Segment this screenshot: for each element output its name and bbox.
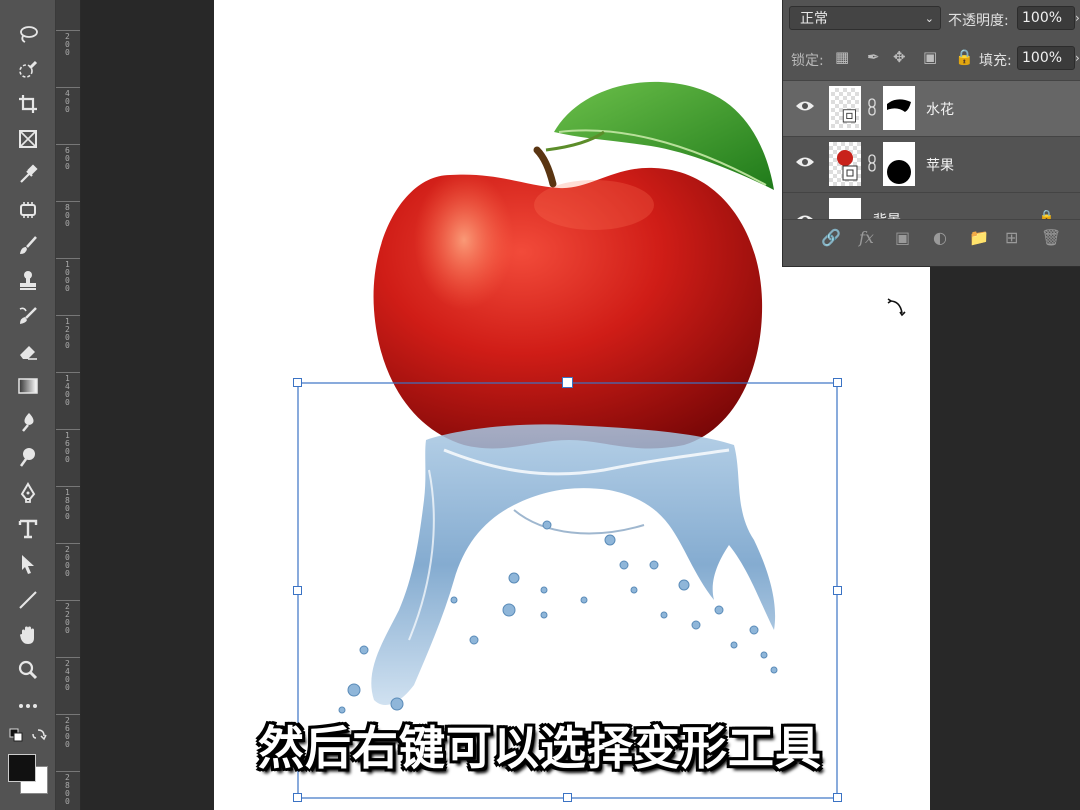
lock-transparent-icon[interactable]: ▦ xyxy=(835,48,849,66)
transform-handle-bottom-left[interactable] xyxy=(293,793,302,802)
chevron-down-icon: ⌄ xyxy=(924,11,934,25)
ruler-tick xyxy=(56,144,80,145)
hand-icon[interactable] xyxy=(10,621,46,649)
vertical-ruler: 200 400 600 800 1000 1200 1400 1600 1800 2000 2200… xyxy=(56,0,81,810)
video-subtitle: 然后右键可以选择变形工具 xyxy=(258,721,822,775)
zoom-icon[interactable] xyxy=(10,656,46,684)
ruler-tick xyxy=(56,429,80,430)
transform-handle-left[interactable] xyxy=(293,586,302,595)
ruler-tick xyxy=(56,600,80,601)
transform-handle-top[interactable] xyxy=(562,377,573,388)
ruler-label: 2000 xyxy=(65,545,70,578)
ruler-label: 2200 xyxy=(65,602,70,635)
transform-handle-top-left[interactable] xyxy=(293,378,302,387)
link-chain-icon[interactable] xyxy=(867,154,877,172)
blend-mode-value: 正常 xyxy=(800,11,828,27)
blur-icon[interactable] xyxy=(10,408,46,436)
layer-name: 水花 xyxy=(926,102,954,118)
opacity-label: 不透明度: xyxy=(948,13,1009,29)
brush-icon[interactable] xyxy=(10,231,46,259)
visibility-eye-icon[interactable] xyxy=(795,155,815,169)
ruler-label: 1200 xyxy=(65,317,70,350)
transform-handle-bottom[interactable] xyxy=(563,793,572,802)
link-layers-icon[interactable]: 🔗 xyxy=(821,228,841,247)
ruler-label: 600 xyxy=(65,146,70,171)
layer-name: 苹果 xyxy=(926,158,954,174)
ruler-label: 1000 xyxy=(65,260,70,293)
layer-thumbnail[interactable] xyxy=(829,198,861,220)
ruler-label: 2800 xyxy=(65,773,70,806)
eraser-icon[interactable] xyxy=(10,337,46,365)
fill-input[interactable]: 100% xyxy=(1017,46,1075,70)
transform-handle-bottom-right[interactable] xyxy=(833,793,842,802)
pen-icon[interactable] xyxy=(10,479,46,507)
lock-label: 锁定: xyxy=(791,53,824,69)
blend-mode-select[interactable]: 正常 ⌄ xyxy=(789,6,941,30)
ruler-tick xyxy=(56,87,80,88)
transform-handle-top-right[interactable] xyxy=(833,378,842,387)
layer-row-background[interactable]: 背景 🔒 xyxy=(783,192,1080,220)
layer-mask-thumbnail[interactable] xyxy=(883,142,915,186)
chevron-right-icon[interactable]: › xyxy=(1075,11,1080,25)
eyedropper-icon[interactable] xyxy=(10,160,46,188)
lock-image-icon[interactable]: ✒ xyxy=(867,48,880,66)
fill-label: 填充: xyxy=(979,53,1012,69)
layer-mask-thumbnail[interactable] xyxy=(883,86,915,130)
ruler-tick xyxy=(56,201,80,202)
new-layer-icon[interactable]: ⊞ xyxy=(1005,228,1018,247)
apple-stem xyxy=(533,146,557,188)
ruler-tick xyxy=(56,372,80,373)
ruler-tick xyxy=(56,30,80,31)
opacity-input[interactable]: 100% xyxy=(1017,6,1075,30)
ruler-label: 1600 xyxy=(65,431,70,464)
ruler-tick xyxy=(56,258,80,259)
lock-all-icon[interactable]: 🔒 xyxy=(955,48,974,66)
foreground-color-swatch[interactable] xyxy=(8,754,36,782)
layers-panel-footer: 🔗 fx ▣ ◐ 📁 ⊞ 🗑 xyxy=(783,219,1080,256)
ruler-label: 2400 xyxy=(65,659,70,692)
type-icon[interactable] xyxy=(10,515,46,543)
crop-icon[interactable] xyxy=(10,90,46,118)
ruler-label: 1800 xyxy=(65,488,70,521)
water-splash xyxy=(371,424,776,705)
quick-select-icon[interactable] xyxy=(10,56,46,84)
gradient-icon[interactable] xyxy=(10,372,46,400)
new-group-icon[interactable]: 📁 xyxy=(969,228,989,247)
add-mask-icon[interactable]: ▣ xyxy=(895,228,910,247)
tools-panel xyxy=(0,0,56,810)
ruler-tick xyxy=(56,315,80,316)
ruler-tick xyxy=(56,543,80,544)
fx-icon[interactable]: fx xyxy=(859,228,874,247)
layer-row-splash[interactable]: 水花 xyxy=(783,80,1080,136)
adjustment-layer-icon[interactable]: ◐ xyxy=(933,228,947,247)
history-brush-icon[interactable] xyxy=(10,302,46,330)
ruler-label: 200 xyxy=(65,32,70,57)
layer-thumbnail[interactable] xyxy=(829,86,861,130)
ruler-tick xyxy=(56,486,80,487)
ruler-tick xyxy=(56,657,80,658)
layer-thumbnail[interactable] xyxy=(829,142,861,186)
transform-handle-right[interactable] xyxy=(833,586,842,595)
link-chain-icon[interactable] xyxy=(867,98,877,116)
path-select-icon[interactable] xyxy=(10,550,46,578)
delete-layer-icon[interactable]: 🗑 xyxy=(1041,228,1061,247)
rotate-cursor-icon xyxy=(887,298,906,317)
lock-artboard-icon[interactable]: ▣ xyxy=(923,48,937,66)
lock-position-icon[interactable]: ✥ xyxy=(893,48,906,66)
chevron-right-icon[interactable]: › xyxy=(1075,51,1080,65)
layers-panel: 正常 ⌄ 不透明度: 100% › 锁定: ▦ ✒ ✥ ▣ 🔒 填充: 100%… xyxy=(782,0,1080,267)
frame-icon[interactable] xyxy=(10,125,46,153)
dodge-icon[interactable] xyxy=(10,443,46,471)
lasso-icon[interactable] xyxy=(10,20,46,48)
patch-icon[interactable] xyxy=(10,196,46,224)
ruler-label: 400 xyxy=(65,89,70,114)
ruler-label: 1400 xyxy=(65,374,70,407)
visibility-eye-icon[interactable] xyxy=(795,99,815,113)
stamp-icon[interactable] xyxy=(10,266,46,294)
line-icon[interactable] xyxy=(10,586,46,614)
layer-row-apple[interactable]: 苹果 xyxy=(783,136,1080,192)
ruler-label: 800 xyxy=(65,203,70,228)
